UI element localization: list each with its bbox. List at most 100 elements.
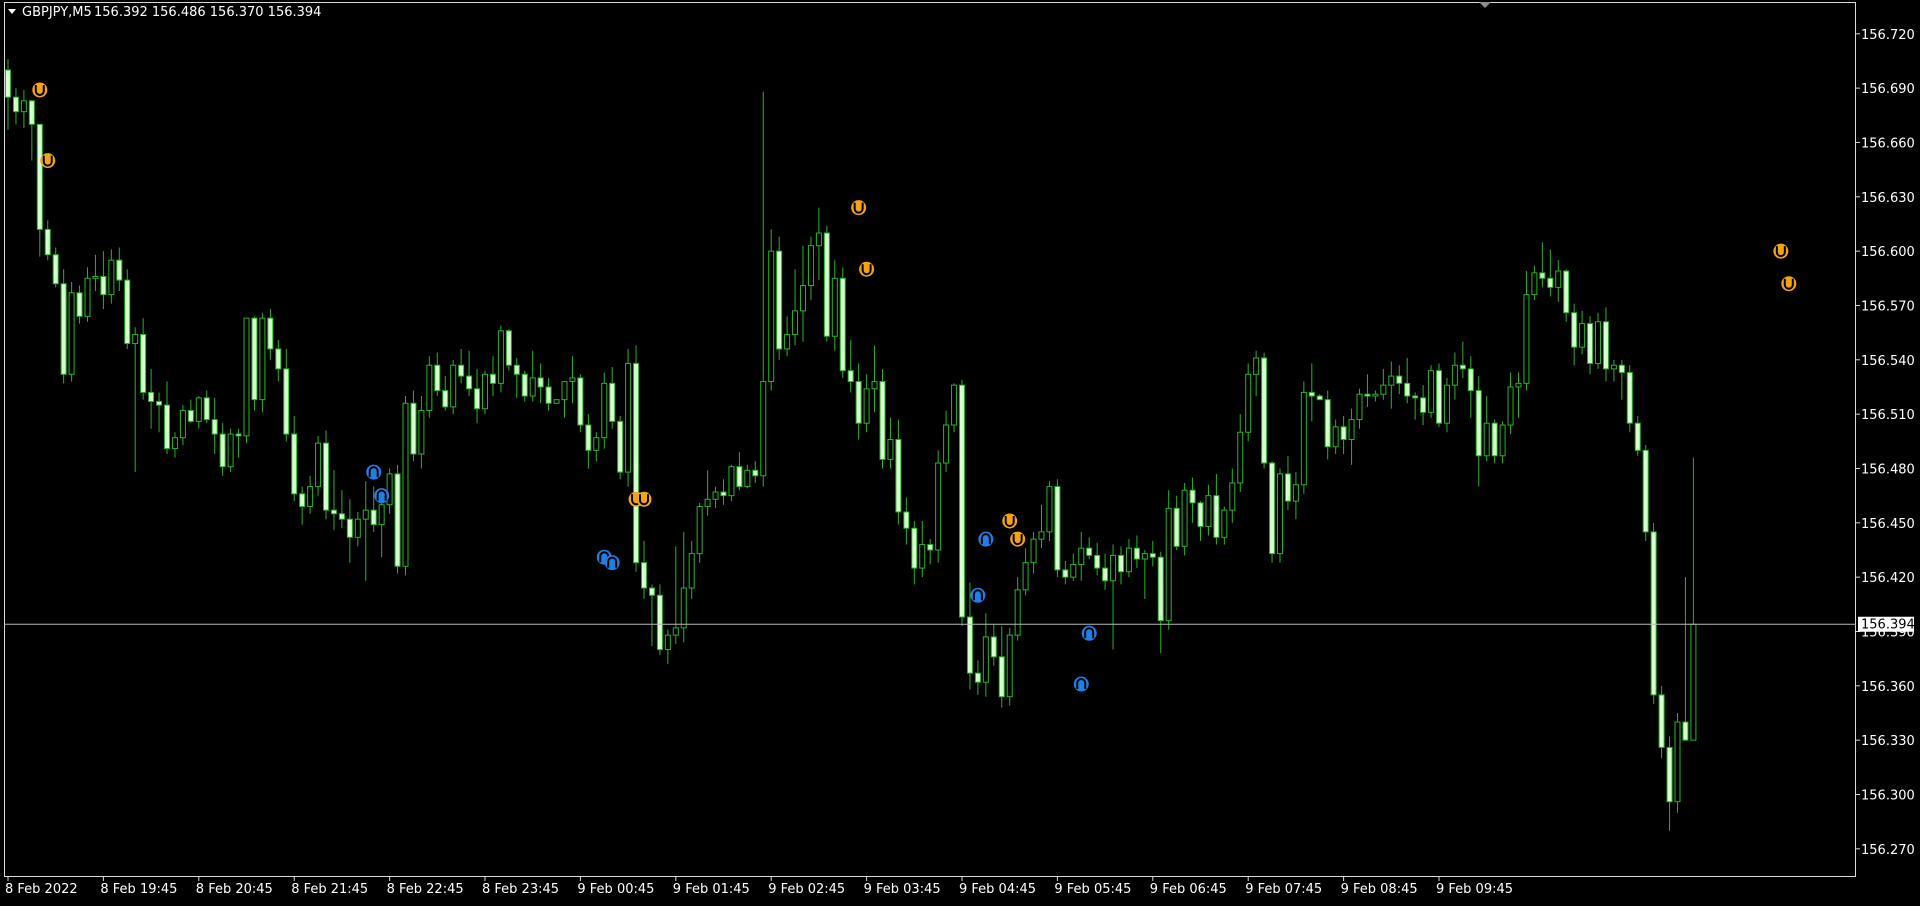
candle-body-bear — [1133, 547, 1140, 560]
candle-body-bull — [1372, 393, 1379, 397]
candle-body-bull — [243, 317, 250, 437]
candle-body-bear — [966, 616, 973, 674]
candle-body-bear — [458, 364, 465, 377]
candle-body-bear — [1197, 502, 1204, 527]
candle-body-bear — [847, 370, 854, 383]
candle-body-bear — [44, 228, 51, 256]
candle-body-bear — [1094, 554, 1101, 569]
candle-body-bear — [203, 397, 210, 421]
candle-body-bear — [1467, 368, 1474, 392]
candle-body-bull — [529, 377, 536, 397]
candle-body-bear — [998, 656, 1005, 698]
candle-body-bear — [990, 636, 997, 658]
candle-body-bull — [1428, 370, 1435, 413]
candle-body-bear — [959, 384, 965, 618]
x-tick-label: 9 Feb 06:45 — [1150, 882, 1227, 897]
candle-body-bull — [792, 310, 799, 335]
candle-body-bull — [402, 402, 409, 567]
sell-arrow-icon — [851, 200, 867, 216]
candle-body-bull — [1674, 721, 1681, 803]
candle-body-bear — [36, 123, 43, 230]
candle-body-bull — [84, 277, 91, 317]
candle-body-bear — [609, 382, 616, 422]
buy-arrow-icon — [374, 488, 390, 504]
candle-body-bull — [450, 364, 457, 408]
candle-body-bear — [5, 69, 11, 98]
candle-body-bull — [1300, 391, 1307, 486]
candle-body-bull — [760, 381, 767, 477]
sell-arrow-icon — [32, 82, 48, 98]
y-tick-label: 156.330 — [1861, 734, 1915, 749]
candle-body-bear — [12, 96, 19, 113]
candle-body-bull — [227, 433, 234, 468]
candle-body-bear — [60, 283, 67, 375]
candle-body-bear — [1436, 370, 1442, 424]
candle-body-bear — [323, 442, 329, 511]
buy-arrow-icon — [970, 587, 986, 603]
x-tick-label: 9 Feb 07:45 — [1245, 882, 1322, 897]
chart-window[interactable]: 156.720 156.690 156.660 156.630 156.600 156.5… — [0, 0, 1920, 902]
candle-body-bear — [1420, 397, 1427, 413]
candle-body-bull — [418, 410, 425, 455]
candle-body-bear — [974, 672, 981, 683]
candle-body-bear — [291, 433, 298, 495]
candle-body-bull — [1022, 562, 1029, 591]
candle-body-bull — [951, 384, 958, 426]
candle-body-bear — [1189, 489, 1196, 504]
candle-body-bear — [116, 259, 123, 281]
x-tick-label: 8 Feb 2022 — [5, 882, 78, 897]
candle-body-bear — [656, 594, 663, 651]
price-chart[interactable]: 156.720 156.690 156.660 156.630 156.600 156.5… — [0, 0, 1920, 902]
candle-body-bear — [911, 527, 918, 569]
y-tick-label: 156.690 — [1861, 82, 1915, 97]
candle-body-bear — [1571, 312, 1578, 348]
candle-body-bull — [1014, 589, 1021, 636]
buy-arrow-icon — [604, 555, 620, 571]
candle-body-bear — [156, 400, 163, 406]
candle-body-bear — [474, 388, 481, 410]
candle-body-bear — [466, 375, 473, 390]
candle-body-bear — [434, 364, 441, 392]
sell-arrow-icon — [1781, 276, 1797, 292]
candle-body-bull — [800, 285, 806, 312]
candle-body-bull — [362, 509, 369, 520]
candle-body-bull — [768, 250, 775, 383]
x-tick-label: 9 Feb 05:45 — [1054, 882, 1131, 897]
candle-body-bull — [1245, 373, 1252, 433]
sell-arrow-icon — [1773, 243, 1789, 259]
candle-body-bear — [1587, 323, 1594, 364]
candle-body-bear — [1642, 449, 1649, 533]
candle-body-bull — [1555, 270, 1562, 288]
candle-body-bull — [688, 553, 695, 589]
candle-body-bear — [489, 373, 496, 384]
buy-arrow-icon — [366, 464, 382, 480]
candle-body-bear — [275, 348, 282, 370]
candle-body-bull — [863, 388, 870, 424]
candle-body-bear — [927, 544, 934, 551]
candle-body-bear — [1563, 270, 1570, 314]
candle-body-bear — [1666, 746, 1673, 803]
candle-body-bull — [1078, 547, 1085, 565]
candle-body-bull — [704, 498, 711, 508]
y-tick-label: 156.360 — [1861, 680, 1915, 695]
candle-body-bear — [513, 364, 520, 375]
candle-body-bull — [680, 587, 687, 629]
candle-body-bear — [1491, 422, 1498, 457]
y-tick-label: 156.480 — [1861, 462, 1915, 477]
candle-body-bull — [553, 399, 560, 404]
candle-body-bull — [1595, 321, 1601, 364]
candle-body-bear — [100, 275, 107, 296]
candle-body-bull — [1531, 272, 1538, 296]
candle-body-bear — [1634, 422, 1641, 451]
candle-body-bear — [1626, 371, 1633, 424]
candle-body-bull — [315, 442, 322, 488]
candle-body-bear — [720, 491, 727, 497]
candle-body-bear — [537, 377, 544, 388]
candle-body-bear — [1157, 556, 1164, 622]
candle-body-bear — [28, 100, 35, 125]
candle-body-bull — [1070, 563, 1077, 578]
x-tick-label: 8 Feb 21:45 — [291, 882, 368, 897]
candle-body-bear — [1269, 462, 1276, 555]
x-tick-label: 9 Feb 01:45 — [673, 882, 750, 897]
candle-body-bull — [728, 466, 735, 497]
